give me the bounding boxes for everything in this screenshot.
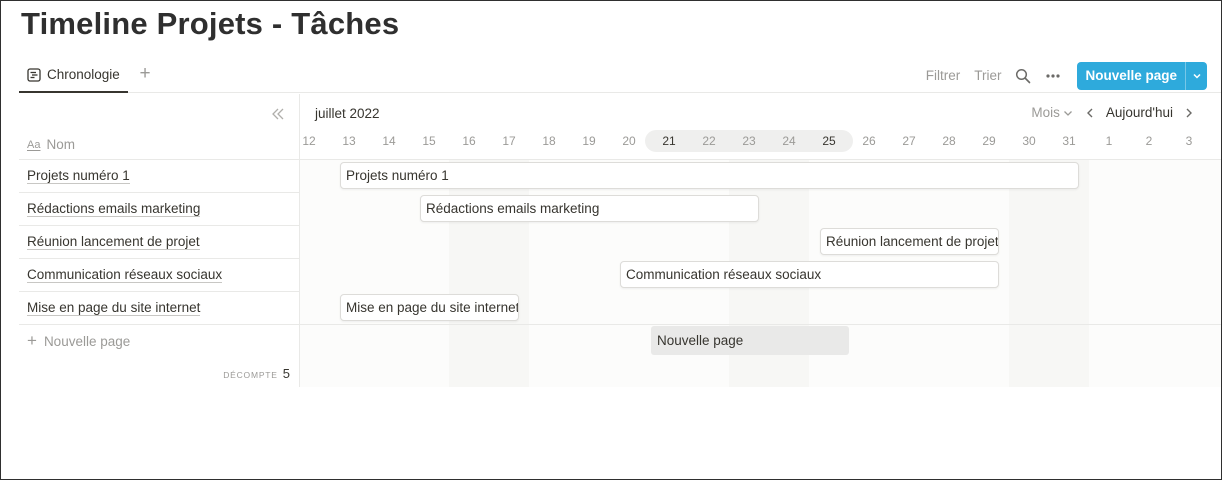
table-panel: Aa Nom Projets numéro 1 Rédactions email… — [19, 94, 300, 387]
chevron-down-icon[interactable] — [1062, 107, 1074, 119]
scale-selector[interactable]: Mois — [1031, 105, 1060, 120]
collapse-double-chevron-icon[interactable] — [270, 106, 286, 122]
table-rows: Projets numéro 1 Rédactions emails marke… — [19, 159, 300, 357]
day-label: 29 — [982, 134, 996, 148]
table-row[interactable]: Rédactions emails marketing — [19, 192, 300, 225]
row-title: Rédactions emails marketing — [27, 201, 201, 217]
add-row-label: Nouvelle page — [43, 333, 131, 349]
plus-icon: + — [27, 331, 37, 350]
chevron-right-icon[interactable] — [1183, 107, 1195, 119]
row-title: Réunion lancement de projet — [27, 234, 200, 250]
filter-button[interactable]: Filtrer — [926, 68, 961, 83]
weekend-column — [1009, 159, 1049, 387]
table-row[interactable]: Communication réseaux sociaux — [19, 258, 300, 291]
day-label: 25 — [822, 134, 836, 148]
grid-line — [300, 159, 1221, 160]
month-label: juillet 2022 — [315, 106, 380, 121]
day-label: 19 — [582, 134, 596, 148]
day-label: 2 — [1145, 134, 1153, 148]
chevron-down-icon — [1192, 73, 1201, 79]
add-view-icon[interactable]: + — [136, 64, 154, 84]
day-label: 18 — [542, 134, 556, 148]
text-property-icon: Aa — [27, 138, 41, 151]
more-horizontal-icon[interactable] — [1045, 68, 1061, 84]
new-page-dropdown[interactable] — [1185, 61, 1207, 90]
name-column-header[interactable]: Aa Nom — [19, 130, 300, 159]
day-label: 21 — [662, 134, 676, 148]
table-row[interactable]: Réunion lancement de projet — [19, 225, 300, 258]
weekend-column — [449, 159, 489, 387]
count-value: 5 — [282, 366, 290, 381]
tab-label: Chronologie — [47, 67, 120, 82]
page-title: Timeline Projets - Tâches — [21, 6, 400, 41]
day-label: 15 — [422, 134, 436, 148]
table-row[interactable]: Projets numéro 1 — [19, 159, 300, 192]
count-label: DÉCOMPTE — [223, 370, 278, 380]
timeline-nav: Mois Aujourd'hui — [1031, 105, 1195, 120]
day-label: 22 — [702, 134, 716, 148]
day-label: 26 — [862, 134, 876, 148]
day-label: 30 — [1022, 134, 1036, 148]
chevron-left-icon[interactable] — [1084, 107, 1096, 119]
day-label: 12 — [302, 134, 316, 148]
row-title: Projets numéro 1 — [27, 168, 130, 184]
day-label: 1 — [1105, 134, 1113, 148]
day-label: 23 — [742, 134, 756, 148]
name-column-label: Nom — [46, 137, 75, 152]
day-label: 3 — [1185, 134, 1193, 148]
new-page-placeholder[interactable]: Nouvelle page — [651, 326, 849, 355]
row-count: DÉCOMPTE 5 — [223, 366, 290, 381]
toolbar: Filtrer Trier Nouvelle page — [926, 58, 1221, 93]
date-header: 12 13 14 15 16 17 18 19 20 21 22 23 24 25 26 27 28 29 30 31… — [300, 130, 1221, 152]
add-row-button[interactable]: + Nouvelle page — [19, 324, 300, 357]
timeline-view-icon — [27, 67, 41, 82]
timeline-panel: juillet 2022 Mois Aujourd'hui 12 13 14 15 16… — [300, 94, 1221, 387]
new-page-button[interactable]: Nouvelle page — [1077, 61, 1207, 90]
task-bar[interactable]: Rédactions emails marketing — [420, 195, 759, 222]
day-label: 14 — [382, 134, 396, 148]
day-label: 24 — [782, 134, 796, 148]
grid-line — [300, 324, 1221, 325]
search-icon[interactable] — [1015, 68, 1031, 84]
tab-chronologie[interactable]: Chronologie — [19, 58, 128, 93]
day-label: 16 — [462, 134, 476, 148]
task-bar[interactable]: Mise en page du site internet — [340, 294, 519, 321]
day-label: 27 — [902, 134, 916, 148]
day-label: 28 — [942, 134, 956, 148]
view-tab-bar: Chronologie + Filtrer Trier Nouvelle pag… — [19, 58, 1221, 93]
weekend-column — [1049, 159, 1089, 387]
table-row[interactable]: Mise en page du site internet — [19, 291, 300, 324]
weekend-column — [489, 159, 529, 387]
task-bar[interactable]: Communication réseaux sociaux — [620, 261, 999, 288]
row-title: Mise en page du site internet — [27, 300, 201, 316]
new-page-label: Nouvelle page — [1085, 67, 1177, 83]
row-title: Communication réseaux sociaux — [27, 267, 223, 283]
day-label: 20 — [622, 134, 636, 148]
day-label: 17 — [502, 134, 516, 148]
task-bar[interactable]: Réunion lancement de projet — [820, 228, 999, 255]
day-label: 13 — [342, 134, 356, 148]
today-button[interactable]: Aujourd'hui — [1106, 105, 1173, 120]
day-label: 31 — [1062, 134, 1076, 148]
task-bar[interactable]: Projets numéro 1 — [340, 162, 1079, 189]
sort-button[interactable]: Trier — [974, 68, 1001, 83]
